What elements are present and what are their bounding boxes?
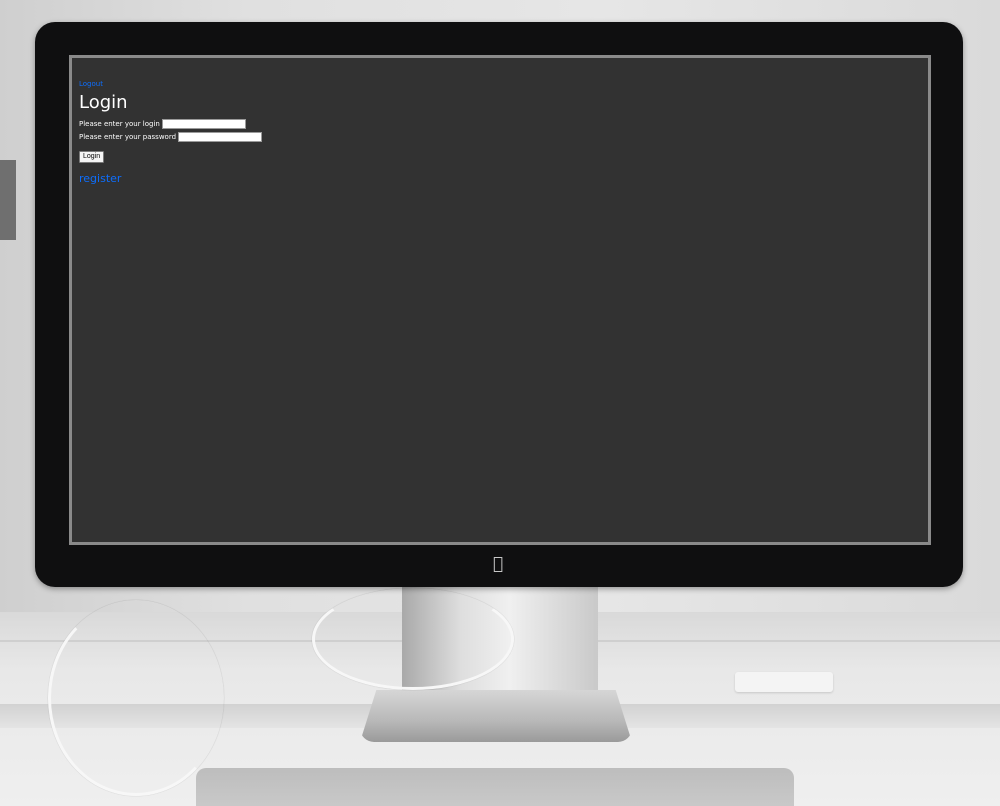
- password-label: Please enter your password: [79, 132, 177, 141]
- password-input[interactable]: [178, 131, 263, 142]
- monitor-screen: Logout Login Please enter your login Ple…: [69, 55, 931, 545]
- background-object: [0, 160, 16, 240]
- cable: [312, 588, 514, 690]
- usb-device: [735, 672, 833, 692]
- register-link[interactable]: register: [79, 172, 262, 186]
- login-button[interactable]: Login: [79, 151, 105, 163]
- login-page: Logout Login Please enter your login Ple…: [79, 80, 263, 186]
- logout-link[interactable]: Logout: [79, 80, 262, 89]
- login-label: Please enter your login: [79, 119, 160, 128]
- photo-scene:  Logout Login Please enter your login P…: [0, 0, 1000, 806]
- login-input[interactable]: [161, 118, 246, 129]
- cable: [48, 600, 224, 796]
- keyboard: [196, 768, 794, 806]
- page-title: Login: [79, 92, 128, 113]
- login-row: Please enter your login: [79, 117, 262, 130]
- monitor-stand-foot: [360, 690, 632, 742]
- password-row: Please enter your password: [79, 130, 263, 143]
- apple-logo-icon: : [489, 554, 507, 574]
